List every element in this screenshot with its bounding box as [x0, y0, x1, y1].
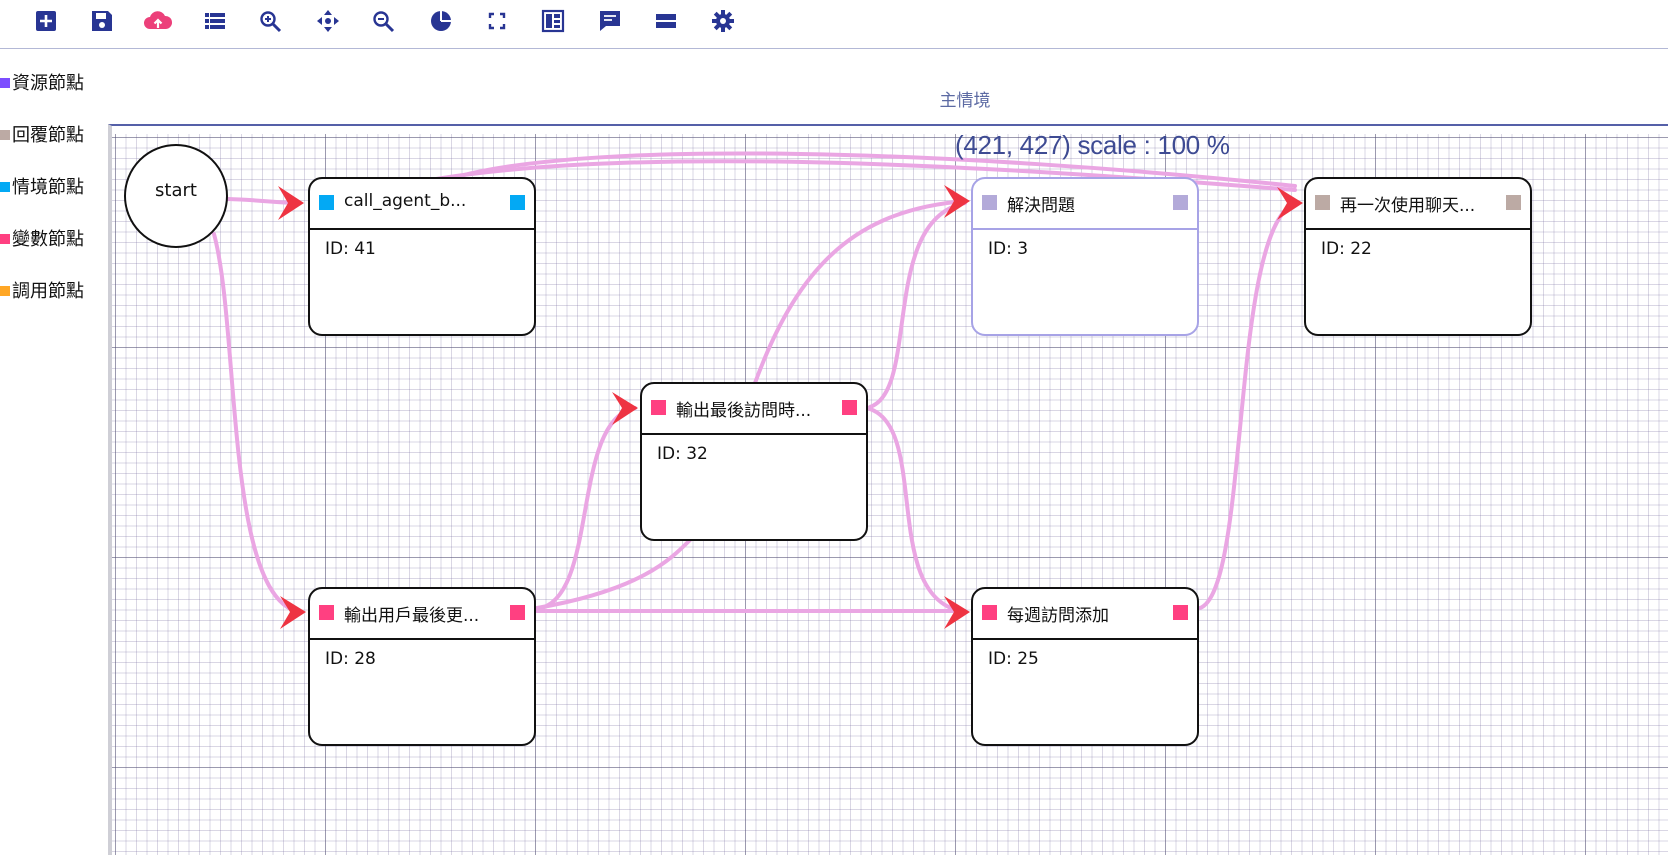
start-label: start	[155, 180, 197, 201]
node-header: 輸出最後訪問時...	[642, 384, 866, 435]
node-id: ID: 32	[657, 444, 708, 464]
flow-node-resolve[interactable]: 解決問題 ID: 3	[971, 177, 1199, 336]
node-id: ID: 28	[325, 649, 376, 669]
flow-node-user-last[interactable]: 輸出用戶最後更... ID: 28	[308, 587, 536, 746]
node-output-port[interactable]	[510, 605, 525, 620]
node-output-port[interactable]	[510, 195, 525, 210]
node-id: ID: 41	[325, 239, 376, 259]
node-input-port[interactable]	[319, 605, 334, 620]
node-output-port[interactable]	[842, 400, 857, 415]
node-input-port[interactable]	[982, 195, 997, 210]
edge-arrowhead	[612, 392, 638, 425]
node-header: 每週訪問添加	[973, 589, 1197, 640]
node-input-port[interactable]	[982, 605, 997, 620]
node-input-port[interactable]	[651, 400, 666, 415]
start-node[interactable]: start	[124, 144, 228, 248]
edge-arrowhead	[1277, 187, 1303, 220]
edge-start-to-user-last	[212, 232, 302, 614]
node-input-port[interactable]	[319, 195, 334, 210]
node-input-port[interactable]	[1315, 195, 1330, 210]
flow-node-weekly[interactable]: 每週訪問添加 ID: 25	[971, 587, 1199, 746]
node-header: 再一次使用聊天...	[1306, 179, 1530, 230]
flow-node-reuse-chat[interactable]: 再一次使用聊天... ID: 22	[1304, 177, 1532, 336]
edge-user-last-to-weekly-2	[535, 538, 692, 610]
edge-last-visit-to-resolve	[753, 199, 967, 385]
node-title: call_agent_b...	[344, 191, 467, 211]
node-id: ID: 22	[1321, 239, 1372, 259]
coordinate-scale-readout: (421, 427) scale : 100 %	[955, 130, 1230, 160]
edge-last-visit-to-weekly	[868, 407, 967, 614]
node-title: 每週訪問添加	[1007, 606, 1109, 626]
node-output-port[interactable]	[1506, 195, 1521, 210]
node-id: ID: 3	[988, 239, 1029, 259]
edge-arrowhead	[280, 596, 306, 629]
flow-node-last-visit[interactable]: 輸出最後訪問時... ID: 32	[640, 382, 868, 541]
edge-last-visit-to-resolve-2	[868, 201, 967, 409]
edge-weekly-to-reuse-chat	[1198, 201, 1297, 610]
node-header: 輸出用戶最後更...	[310, 589, 534, 640]
node-id: ID: 25	[988, 649, 1039, 669]
node-header: 解決問題	[973, 179, 1197, 230]
node-title: 解決問題	[1007, 196, 1075, 216]
flow-node-call-agent[interactable]: call_agent_b... ID: 41	[308, 177, 536, 336]
node-output-port[interactable]	[1173, 195, 1188, 210]
node-output-port[interactable]	[1173, 605, 1188, 620]
edge-user-last-to-last-visit	[535, 406, 637, 611]
node-title: 輸出用戶最後更...	[344, 606, 480, 626]
node-title: 輸出最後訪問時...	[676, 401, 812, 421]
node-header: call_agent_b...	[310, 179, 534, 230]
node-title: 再一次使用聊天...	[1340, 196, 1476, 216]
